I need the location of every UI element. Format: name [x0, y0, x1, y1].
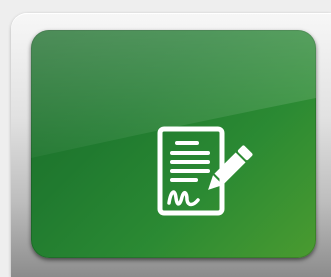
- sign-document-tile[interactable]: [31, 30, 316, 258]
- document-sign-icon: [157, 126, 253, 216]
- app-canvas: [0, 0, 331, 277]
